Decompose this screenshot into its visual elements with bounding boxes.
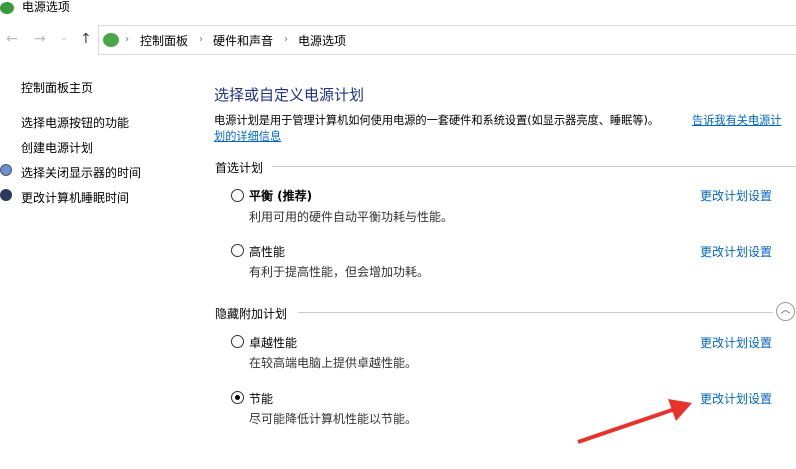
preferred-plans-label: 首选计划 bbox=[215, 161, 264, 175]
change-plan-settings-link[interactable]: 更改计划设置 bbox=[700, 334, 772, 351]
sidebar-home-link[interactable]: 控制面板主页 bbox=[21, 79, 93, 96]
plan-radio-high-performance[interactable] bbox=[231, 244, 244, 257]
breadcrumb-item[interactable]: 电源选项 bbox=[298, 32, 346, 49]
change-plan-settings-link[interactable]: 更改计划设置 bbox=[700, 187, 772, 204]
up-button[interactable]: ↑ bbox=[80, 31, 92, 47]
divider bbox=[272, 166, 796, 167]
sidebar-item-display-off[interactable]: 选择关闭显示器的时间 bbox=[21, 164, 141, 181]
plan-desc: 有利于提高性能，但会增加功耗。 bbox=[249, 265, 430, 279]
plan-radio-ultimate[interactable] bbox=[231, 335, 244, 348]
plan-desc: 在较高端电脑上提供卓越性能。 bbox=[249, 356, 418, 370]
clock-icon bbox=[0, 164, 12, 176]
change-plan-settings-link[interactable]: 更改计划设置 bbox=[700, 390, 772, 407]
page-description: 电源计划是用于管理计算机如何使用电源的一套硬件和系统设置(如显示器亮度、睡眠等)… bbox=[214, 114, 660, 127]
change-plan-settings-link[interactable]: 更改计划设置 bbox=[700, 243, 772, 260]
moon-icon bbox=[0, 189, 12, 201]
breadcrumb-item[interactable]: 控制面板 bbox=[140, 32, 188, 49]
page-title: 选择或自定义电源计划 bbox=[214, 86, 365, 104]
chevron-right-icon: › bbox=[125, 34, 129, 45]
collapse-chevron-button[interactable]: ︿ bbox=[776, 302, 795, 321]
breadcrumb-item[interactable]: 硬件和声音 bbox=[213, 32, 273, 49]
forward-button[interactable]: → bbox=[34, 31, 46, 47]
plan-name: 高性能 bbox=[249, 245, 286, 259]
plan-name: 平衡 (推荐) bbox=[249, 189, 313, 203]
plan-radio-power-saver[interactable] bbox=[231, 391, 244, 404]
plan-radio-balanced[interactable] bbox=[231, 189, 244, 202]
recent-dropdown[interactable]: ⌄ bbox=[60, 33, 68, 43]
sidebar-item-sleep[interactable]: 更改计算机睡眠时间 bbox=[21, 189, 129, 206]
power-icon bbox=[0, 1, 14, 14]
plan-desc: 利用可用的硬件自动平衡功耗与性能。 bbox=[249, 210, 454, 224]
learn-more-link[interactable]: 告诉我有关电源计 bbox=[692, 112, 782, 128]
window-title: 电源选项 bbox=[0, 0, 70, 15]
sidebar-item-power-button[interactable]: 选择电源按钮的功能 bbox=[21, 114, 129, 131]
red-arrow-annotation bbox=[577, 399, 692, 444]
address-bar[interactable]: › 控制面板 › 硬件和声音 › 电源选项 bbox=[98, 25, 796, 55]
plan-name: 卓越性能 bbox=[249, 336, 298, 350]
hidden-plans-label: 隐藏附加计划 bbox=[215, 307, 288, 321]
back-button[interactable]: ← bbox=[6, 31, 18, 47]
sidebar-item-create-plan[interactable]: 创建电源计划 bbox=[21, 139, 93, 156]
chevron-right-icon: › bbox=[199, 34, 203, 45]
plan-desc: 尽可能降低计算机性能以节能。 bbox=[249, 412, 418, 426]
learn-more-link-cont[interactable]: 划的详细信息 bbox=[214, 128, 281, 144]
control-panel-icon bbox=[103, 33, 119, 47]
plan-name: 节能 bbox=[249, 392, 274, 406]
chevron-right-icon: › bbox=[284, 34, 288, 45]
divider bbox=[298, 312, 773, 313]
